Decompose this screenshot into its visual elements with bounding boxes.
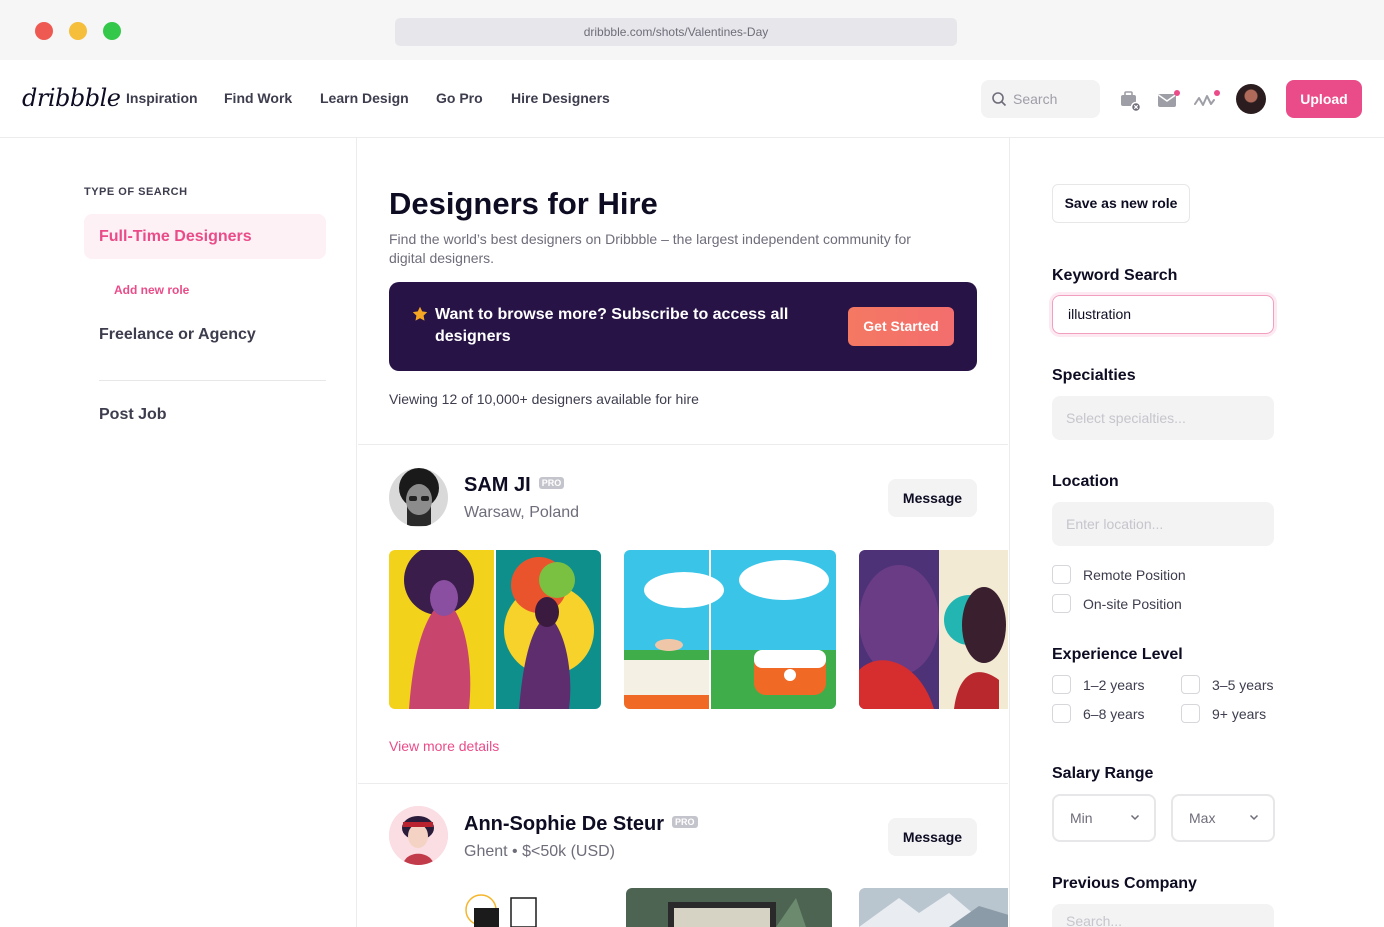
- pro-badge: PRO: [672, 815, 698, 828]
- experience-option-label: 3–5 years: [1212, 677, 1274, 693]
- salary-range-label: Salary Range: [1052, 765, 1154, 782]
- avatar-illustration: [389, 806, 448, 865]
- sidebar-item-full-time-designers[interactable]: Full-Time Designers: [84, 214, 326, 259]
- shot-thumbnail[interactable]: [859, 888, 1008, 927]
- upload-button[interactable]: Upload: [1286, 80, 1362, 118]
- divider: [358, 444, 1008, 445]
- avatar-photo: [389, 468, 448, 527]
- nav-learn-design[interactable]: Learn Design: [320, 90, 409, 106]
- shot-thumbnail[interactable]: [626, 888, 832, 927]
- experience-checkbox[interactable]: [1052, 704, 1071, 723]
- view-more-details-link[interactable]: View more details: [389, 738, 499, 754]
- search-placeholder: Search: [1013, 91, 1058, 107]
- onsite-position-checkbox[interactable]: [1052, 594, 1071, 613]
- nav-find-work[interactable]: Find Work: [224, 90, 292, 106]
- subscribe-banner-text: Want to browse more? Subscribe to access…: [435, 306, 789, 345]
- shot-thumbnail[interactable]: [859, 550, 1008, 709]
- designer-location: Ghent • $<50k (USD): [464, 843, 615, 860]
- sidebar-item-freelance-or-agency[interactable]: Freelance or Agency: [99, 326, 256, 344]
- location-input[interactable]: Enter location...: [1052, 502, 1274, 546]
- results-count: Viewing 12 of 10,000+ designers availabl…: [389, 391, 699, 407]
- salary-max-value: Max: [1189, 810, 1216, 826]
- salary-min-value: Min: [1070, 810, 1093, 826]
- designer-location: Warsaw, Poland: [464, 504, 580, 521]
- shot-image-mountains: [859, 888, 1008, 927]
- designer-name[interactable]: Ann-Sophie De Steur PRO: [464, 813, 698, 836]
- shot-thumbnail[interactable]: [624, 550, 836, 709]
- location-label: Location: [1052, 473, 1119, 490]
- previous-company-input[interactable]: Search...: [1052, 904, 1274, 927]
- search-input[interactable]: Search: [981, 80, 1100, 118]
- type-of-search-label: TYPE OF SEARCH: [84, 186, 188, 198]
- shot-thumbnail[interactable]: [389, 888, 601, 927]
- salary-min-select[interactable]: Min: [1052, 794, 1156, 842]
- get-started-button[interactable]: Get Started: [848, 307, 954, 346]
- shot-thumbnail[interactable]: [389, 550, 601, 709]
- dribbble-logo[interactable]: dribbble: [22, 84, 121, 112]
- designer-name-text: SAM JI: [464, 474, 531, 496]
- activity-notification-dot: [1214, 90, 1220, 96]
- sidebar-divider: [99, 380, 326, 381]
- shot-image-illustration-portraits: [859, 550, 1008, 709]
- address-bar[interactable]: dribbble.com/shots/Valentines-Day: [395, 18, 957, 46]
- divider: [358, 783, 1008, 784]
- keyword-search-input[interactable]: illustration: [1052, 295, 1274, 334]
- specialties-label: Specialties: [1052, 367, 1136, 384]
- designer-avatar-sam-ji[interactable]: [389, 468, 448, 527]
- experience-checkbox[interactable]: [1052, 675, 1071, 694]
- shot-image-illustration-women: [389, 550, 601, 709]
- message-button[interactable]: Message: [888, 818, 977, 856]
- browser-chrome: dribbble.com/shots/Valentines-Day: [0, 0, 1384, 60]
- experience-option-label: 9+ years: [1212, 706, 1267, 722]
- remote-position-checkbox[interactable]: [1052, 565, 1071, 584]
- designer-avatar-ann-sophie[interactable]: [389, 806, 448, 865]
- remote-position-label: Remote Position: [1083, 567, 1186, 583]
- designer-name-text: Ann-Sophie De Steur: [464, 813, 665, 835]
- page-title: Designers for Hire: [389, 186, 658, 221]
- nav-go-pro[interactable]: Go Pro: [436, 90, 483, 106]
- experience-level-label: Experience Level: [1052, 646, 1183, 663]
- nav-hire-designers[interactable]: Hire Designers: [511, 90, 610, 106]
- filters-sidebar: Save as new role Keyword Search illustra…: [1009, 138, 1384, 927]
- jobs-briefcase-icon[interactable]: [1118, 88, 1142, 112]
- close-window-button[interactable]: [35, 22, 53, 40]
- left-sidebar: TYPE OF SEARCH Full-Time Designers Add n…: [0, 138, 357, 927]
- shot-image-green-scene: [626, 888, 832, 927]
- top-nav: dribbble Inspiration Find Work Learn Des…: [0, 60, 1384, 138]
- sidebar-item-post-job[interactable]: Post Job: [99, 406, 167, 424]
- save-as-new-role-button[interactable]: Save as new role: [1052, 184, 1190, 223]
- specialties-select[interactable]: Select specialties...: [1052, 396, 1274, 440]
- chevron-down-icon: [1249, 814, 1259, 821]
- experience-option-label: 6–8 years: [1083, 706, 1145, 722]
- search-icon: [992, 92, 1007, 107]
- keyword-search-label: Keyword Search: [1052, 267, 1178, 284]
- shot-image-geometric: [389, 888, 601, 927]
- experience-option-label: 1–2 years: [1083, 677, 1145, 693]
- pro-badge: PRO: [538, 476, 565, 489]
- minimize-window-button[interactable]: [69, 22, 87, 40]
- nav-inspiration[interactable]: Inspiration: [126, 90, 198, 106]
- page-subtitle: Find the world’s best designers on Dribb…: [389, 231, 911, 266]
- maximize-window-button[interactable]: [103, 22, 121, 40]
- experience-checkbox[interactable]: [1181, 675, 1200, 694]
- previous-company-label: Previous Company: [1052, 875, 1197, 892]
- add-new-role-link[interactable]: Add new role: [114, 283, 189, 297]
- subscribe-banner: Want to browse more? Subscribe to access…: [389, 282, 977, 371]
- salary-max-select[interactable]: Max: [1171, 794, 1275, 842]
- mail-notification-dot: [1174, 90, 1180, 96]
- message-button[interactable]: Message: [888, 479, 977, 517]
- onsite-position-label: On-site Position: [1083, 596, 1182, 612]
- designer-name[interactable]: SAM JI PRO: [464, 474, 565, 497]
- chevron-down-icon: [1130, 814, 1140, 821]
- main-content: Designers for Hire Find the world’s best…: [358, 138, 1008, 927]
- shot-image-illustration-van: [624, 550, 836, 709]
- user-avatar[interactable]: [1236, 84, 1266, 114]
- star-icon: [412, 306, 428, 321]
- experience-checkbox[interactable]: [1181, 704, 1200, 723]
